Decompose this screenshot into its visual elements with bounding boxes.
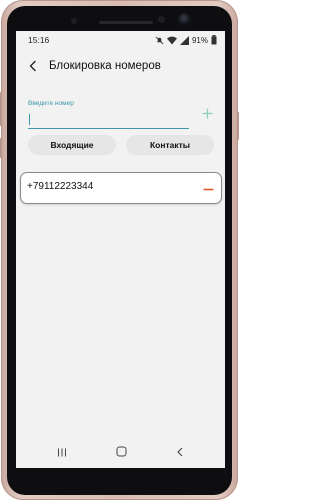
proximity-sensor (71, 18, 77, 24)
minus-icon (203, 178, 214, 196)
bixby-button (0, 138, 2, 158)
volume-button (0, 92, 2, 126)
home-icon (116, 444, 127, 462)
status-icons: 91% (155, 34, 217, 46)
back-button[interactable] (22, 57, 44, 79)
power-button (237, 112, 239, 140)
add-number-button[interactable] (198, 106, 216, 124)
number-input[interactable] (28, 114, 189, 129)
screen: 15:16 91% Блокировка номеров Введите ном… (16, 31, 225, 468)
status-time: 15:16 (28, 35, 50, 45)
arrow-left-icon (27, 59, 39, 77)
app-bar: Блокировка номеров (16, 50, 225, 86)
signal-icon (179, 35, 189, 45)
recent-apps-icon (57, 444, 67, 462)
remove-number-button[interactable] (201, 180, 215, 194)
wifi-icon (166, 36, 177, 45)
phone-frame: 15:16 91% Блокировка номеров Введите ном… (0, 0, 239, 500)
incoming-calls-button[interactable]: Входящие (28, 135, 116, 155)
plus-icon (202, 106, 213, 124)
blocked-number-item: +79112223344 (20, 172, 222, 204)
blocked-number-text: +79112223344 (27, 181, 94, 192)
earpiece-speaker (99, 21, 153, 24)
chevron-left-icon (176, 444, 184, 462)
battery-percent: 91% (191, 35, 208, 45)
nav-back-button[interactable] (171, 445, 189, 461)
status-bar: 15:16 91% (16, 31, 225, 50)
page-title: Блокировка номеров (49, 60, 161, 72)
home-button[interactable] (112, 445, 130, 461)
light-sensor (158, 16, 165, 23)
battery-icon (211, 35, 217, 45)
text-cursor (29, 114, 30, 125)
navigation-bar (16, 439, 225, 468)
front-camera (178, 13, 191, 26)
contacts-button[interactable]: Контакты (126, 135, 214, 155)
mute-icon (155, 36, 164, 45)
number-input-hint: Введите номер (28, 100, 74, 107)
recent-apps-button[interactable] (53, 445, 71, 461)
number-input-row: Введите номер (28, 100, 218, 130)
